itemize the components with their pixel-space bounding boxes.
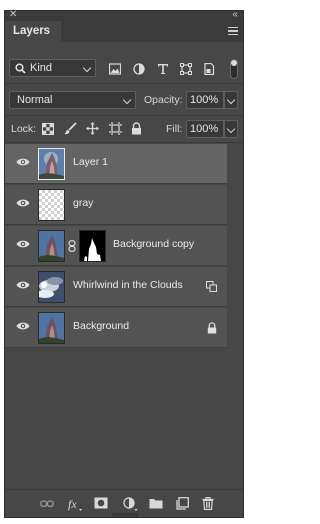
svg-text:fx: fx: [68, 497, 77, 511]
lock-row: Lock: Fill: 100%: [5, 119, 243, 139]
opacity-value: 100%: [190, 94, 219, 106]
panel-title-bar: ✕ ‹‹: [5, 9, 243, 21]
layer-name[interactable]: Background: [73, 320, 129, 332]
link-layers-icon[interactable]: [40, 500, 54, 508]
shape-layer-filter-icon[interactable]: [180, 63, 192, 75]
lock-position-icon[interactable]: [86, 122, 99, 135]
fill-label: Fill:: [166, 123, 183, 135]
lock-label: Lock:: [11, 123, 37, 135]
visibility-eye-icon[interactable]: [16, 239, 30, 249]
visibility-eye-icon[interactable]: [16, 157, 30, 167]
panel-menu-icon[interactable]: [228, 27, 238, 37]
layer-thumbnail: [38, 230, 65, 262]
filter-kind-select[interactable]: Kind: [9, 59, 96, 77]
fill-slider-button[interactable]: [224, 120, 238, 138]
layer-name[interactable]: Layer 1: [73, 156, 108, 168]
layer-thumbnail: [38, 148, 65, 180]
layer-row-gray[interactable]: gray: [5, 185, 227, 225]
type-layer-filter-icon[interactable]: [157, 63, 169, 75]
close-panel-icon[interactable]: ✕: [9, 9, 17, 21]
filter-kind-label: Kind: [30, 62, 53, 74]
layer-row-background-copy[interactable]: Background copy: [5, 226, 227, 266]
visibility-eye-icon[interactable]: [16, 321, 30, 331]
delete-layer-trash-icon[interactable]: [202, 497, 214, 510]
layer-thumbnail: [38, 271, 65, 303]
search-icon: [15, 63, 26, 74]
lock-all-icon[interactable]: [131, 122, 142, 135]
divider: [5, 115, 243, 116]
smart-object-filter-icon[interactable]: [203, 63, 215, 75]
pixel-layer-filter-icon[interactable]: [109, 63, 121, 75]
chevron-down-icon: [226, 95, 236, 105]
new-layer-icon[interactable]: [176, 497, 189, 510]
layer-mask-thumbnail[interactable]: [79, 230, 106, 262]
add-layer-mask-icon[interactable]: [94, 497, 108, 509]
layer-name[interactable]: Background copy: [113, 238, 194, 250]
panel-resize-grip[interactable]: [112, 513, 138, 517]
visibility-eye-icon[interactable]: [16, 198, 30, 208]
layers-panel: ✕ ‹‹ Layers Kind Normal Opacity: 100% Lo…: [4, 9, 244, 518]
lock-transparent-pixels-icon[interactable]: [42, 123, 54, 135]
layer-row-background[interactable]: Background: [5, 308, 227, 348]
adjustment-layer-filter-icon[interactable]: [133, 63, 145, 75]
layer-row-layer-1[interactable]: Layer 1: [5, 144, 227, 184]
fill-value: 100%: [190, 123, 219, 135]
blend-row: Normal Opacity: 100%: [5, 91, 243, 111]
layer-mask-link-icon[interactable]: [68, 240, 76, 252]
filter-row: Kind: [5, 59, 243, 79]
layer-name[interactable]: Whirlwind in the Clouds: [73, 279, 183, 291]
opacity-slider-button[interactable]: [224, 91, 238, 109]
tab-layers[interactable]: Layers: [5, 21, 61, 42]
layer-name[interactable]: gray: [73, 197, 93, 209]
lock-artboard-icon[interactable]: [109, 122, 122, 135]
chevron-down-icon: [82, 63, 92, 73]
opacity-label: Opacity:: [144, 94, 183, 106]
fill-input[interactable]: 100%: [186, 120, 224, 138]
collapse-panel-icon[interactable]: ‹‹: [232, 9, 238, 21]
layer-row-whirlwind-in-the-clouds[interactable]: Whirlwind in the Clouds: [5, 267, 227, 307]
lock-image-pixels-icon[interactable]: [64, 122, 77, 135]
layers-list: Layer 1 gray Background copy Whirlwind i…: [5, 144, 243, 358]
new-adjustment-layer-icon[interactable]: [123, 497, 138, 511]
chevron-down-icon: [226, 124, 236, 134]
filter-toggle-switch[interactable]: [230, 59, 238, 79]
chevron-down-icon: [122, 95, 132, 105]
blend-mode-value: Normal: [17, 94, 53, 106]
visibility-eye-icon[interactable]: [16, 280, 30, 290]
blend-mode-select[interactable]: Normal: [9, 91, 136, 109]
panel-tab-row: Layers: [5, 21, 243, 42]
transparent-layer-thumbnail: [38, 189, 65, 221]
new-group-folder-icon[interactable]: [149, 497, 163, 509]
lock-icon[interactable]: [207, 322, 217, 334]
divider: [5, 142, 243, 143]
smart-object-icon: [206, 281, 217, 292]
opacity-input[interactable]: 100%: [186, 91, 224, 109]
layer-thumbnail: [38, 312, 65, 344]
layer-style-fx-icon[interactable]: fx: [67, 497, 83, 511]
divider: [5, 83, 243, 84]
